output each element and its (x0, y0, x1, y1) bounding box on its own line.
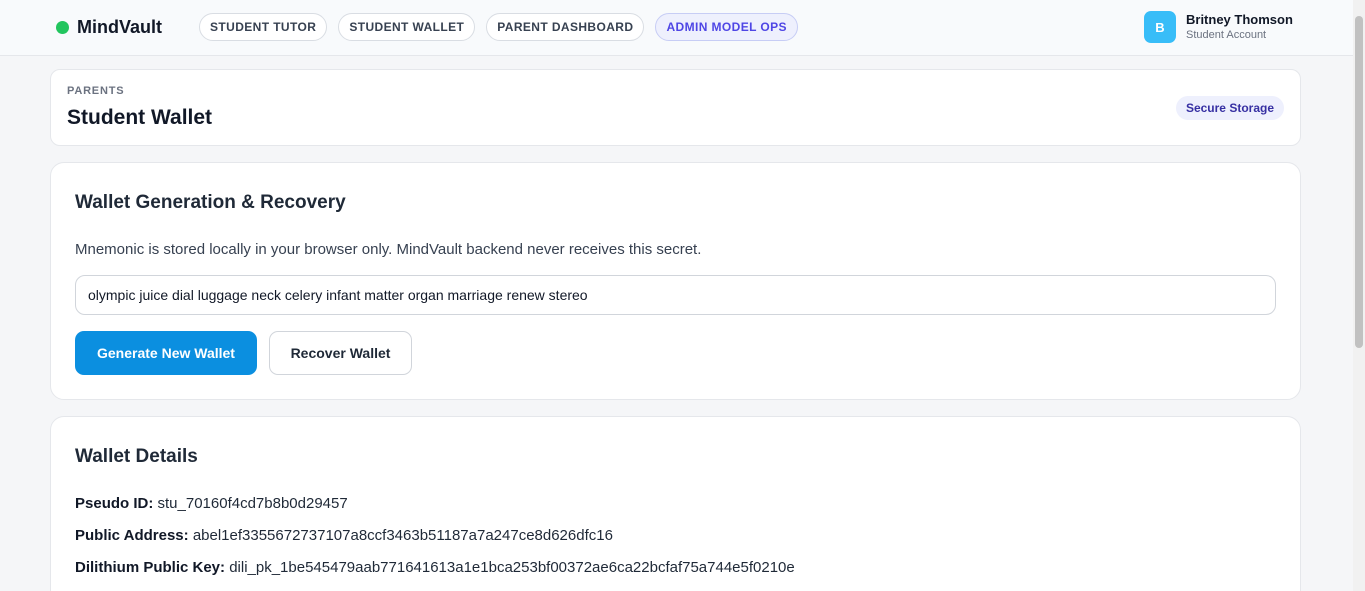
wallet-details-card: Wallet Details Pseudo ID: stu_70160f4cd7… (50, 416, 1301, 591)
page-eyebrow: PARENTS (67, 85, 125, 97)
nav-student-wallet[interactable]: STUDENT WALLET (338, 13, 476, 41)
nav-parent-dashboard[interactable]: PARENT DASHBOARD (486, 13, 645, 41)
detail-value: stu_70160f4cd7b8b0d29457 (157, 495, 348, 512)
nav-admin-model-ops[interactable]: ADMIN MODEL OPS (655, 13, 798, 41)
detail-pseudo-id: Pseudo ID: stu_70160f4cd7b8b0d29457 (75, 495, 348, 512)
detail-label: Dilithium Public Key: (75, 559, 226, 576)
user-name: Britney Thomson (1186, 12, 1293, 27)
detail-public-address: Public Address: abel1ef3355672737107a8cc… (75, 527, 613, 544)
page-title: Student Wallet (67, 106, 213, 129)
mnemonic-description: Mnemonic is stored locally in your brows… (75, 241, 702, 258)
detail-label: Pseudo ID: (75, 495, 154, 512)
status-badge: Secure Storage (1175, 96, 1284, 120)
page-header-card: PARENTS Student Wallet Secure Storage (50, 69, 1301, 146)
section-title-details: Wallet Details (75, 446, 198, 467)
scrollbar-thumb[interactable] (1355, 16, 1363, 348)
detail-value: abel1ef3355672737107a8ccf3463b51187a7a24… (192, 527, 613, 544)
detail-label: Public Address: (75, 527, 189, 544)
nav-student-tutor[interactable]: STUDENT TUTOR (199, 13, 328, 41)
top-navigation-bar: MindVault STUDENT TUTOR STUDENT WALLET P… (0, 0, 1353, 56)
brand-logo[interactable]: MindVault (56, 16, 162, 38)
mnemonic-input[interactable] (75, 275, 1276, 315)
main-nav: STUDENT TUTOR STUDENT WALLET PARENT DASH… (199, 13, 798, 41)
user-role: Student Account (1186, 29, 1267, 41)
page-scrollbar[interactable] (1353, 0, 1365, 591)
generate-wallet-button[interactable]: Generate New Wallet (75, 331, 257, 375)
user-menu[interactable]: B Britney Thomson Student Account (1144, 11, 1293, 43)
detail-value: dili_pk_1be545479aab771641613a1e1bca253b… (229, 559, 795, 576)
status-dot-icon (56, 20, 69, 34)
section-title-generation: Wallet Generation & Recovery (75, 192, 346, 213)
recover-wallet-button[interactable]: Recover Wallet (269, 331, 412, 375)
user-info: Britney Thomson Student Account (1186, 12, 1293, 42)
wallet-generation-card: Wallet Generation & Recovery Mnemonic is… (50, 162, 1301, 400)
brand-name: MindVault (77, 16, 162, 37)
avatar: B (1144, 11, 1176, 43)
detail-dilithium-key: Dilithium Public Key: dili_pk_1be545479a… (75, 559, 795, 576)
